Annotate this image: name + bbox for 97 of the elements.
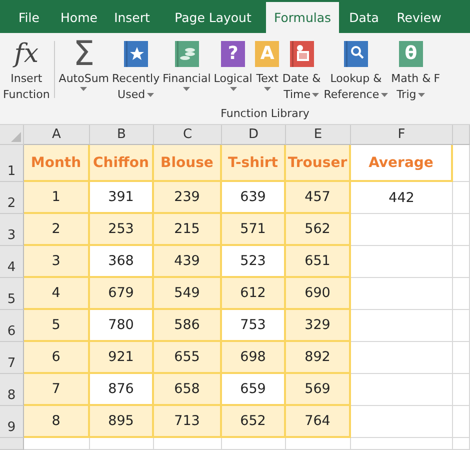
table-cell: 639: [222, 182, 286, 214]
ribbon-button[interactable]: F: [432, 33, 442, 106]
table-cell: 549: [154, 278, 222, 310]
table-cell: 439: [154, 246, 222, 278]
table-cell: 4: [24, 278, 90, 310]
book-icon: A: [255, 41, 280, 67]
ribbon-tab[interactable]: Insert: [104, 2, 160, 33]
table-cell: 329: [286, 310, 351, 342]
table-cell: T-shirt: [222, 145, 286, 182]
table-cell: 780: [90, 310, 154, 342]
ribbon-button[interactable]: Date & Time: [281, 33, 322, 106]
row-header[interactable]: 3: [0, 214, 24, 246]
ribbon-button[interactable]: Financial: [162, 33, 212, 106]
column-header[interactable]: F: [351, 125, 453, 145]
row-header[interactable]: 8: [0, 374, 24, 406]
caret-icon: [230, 87, 237, 91]
table-cell: 659: [222, 374, 286, 406]
table-cell: 391: [90, 182, 154, 214]
table-cell: 569: [286, 374, 351, 406]
table-cell: 655: [154, 342, 222, 374]
table-cell: 215: [154, 214, 222, 246]
column-header[interactable]: B: [90, 125, 154, 145]
row-header[interactable]: 7: [0, 342, 24, 374]
table-cell: 586: [154, 310, 222, 342]
table-cell: 7: [24, 374, 90, 406]
table-cell: 876: [90, 374, 154, 406]
caret-icon: [312, 93, 320, 97]
table-cell: Blouse: [154, 145, 222, 182]
ribbon-button[interactable]: Lookup & Reference: [322, 33, 390, 106]
book-icon: ?: [221, 41, 246, 67]
table-cell: 658: [154, 374, 222, 406]
table-cell: 457: [286, 182, 351, 214]
table-cell: Chiffon: [90, 145, 154, 182]
function-icon: fx: [14, 39, 39, 69]
row-header[interactable]: 1: [0, 145, 24, 182]
row-header[interactable]: 9: [0, 406, 24, 438]
caret-icon: [264, 87, 271, 91]
ribbon-button[interactable]: θ Math & Trig: [390, 33, 432, 106]
ribbon-tab[interactable]: Formulas: [266, 2, 339, 33]
table-cell: 652: [222, 406, 286, 438]
ribbon-tab[interactable]: Page Layout: [160, 2, 266, 33]
book-icon: θ: [398, 41, 423, 67]
select-all-corner[interactable]: [0, 125, 24, 145]
table-cell: 679: [90, 278, 154, 310]
caret-icon: [183, 87, 190, 91]
table-cell: 571: [222, 214, 286, 246]
table-cell: 892: [286, 342, 351, 374]
table-cell: 713: [154, 406, 222, 438]
caret-icon: [381, 93, 388, 97]
ribbon-button[interactable]: ? Logical: [212, 33, 254, 106]
table-cell: 921: [90, 342, 154, 374]
table-cell: 253: [90, 214, 154, 246]
ribbon-tab[interactable]: Home: [54, 2, 104, 33]
table-cell: 8: [24, 406, 90, 438]
table-cell: 1: [24, 182, 90, 214]
table-cell: 2: [24, 214, 90, 246]
table-cell: 6: [24, 342, 90, 374]
table-cell: 612: [222, 278, 286, 310]
row-header[interactable]: 6: [0, 310, 24, 342]
ribbon-tab[interactable]: File: [4, 2, 54, 33]
table-cell: 239: [154, 182, 222, 214]
row-header[interactable]: 5: [0, 278, 24, 310]
group-label: Function Library: [220, 106, 310, 122]
table-cell: 5: [24, 310, 90, 342]
table-cell: 753: [222, 310, 286, 342]
table-cell: 895: [90, 406, 154, 438]
sigma-icon: Σ: [73, 37, 95, 71]
row-header[interactable]: [0, 438, 24, 450]
triangle-icon: [11, 132, 21, 142]
table-cell: 523: [222, 246, 286, 278]
table-cell: 764: [286, 406, 351, 438]
column-header[interactable]: [453, 125, 470, 145]
table-cell: Month: [24, 145, 90, 182]
table-cell: 442: [351, 182, 453, 214]
table-cell: 3: [24, 246, 90, 278]
ribbon-tab[interactable]: Review: [389, 2, 449, 33]
ribbon-button[interactable]: Σ AutoSum: [58, 33, 110, 106]
table-cell: 368: [90, 246, 154, 278]
ribbon-button[interactable]: fx Insert Function: [2, 33, 51, 106]
ribbon-button[interactable]: Recently Used: [111, 33, 161, 106]
table-cell: 562: [286, 214, 351, 246]
caret-icon: [418, 93, 426, 97]
column-header[interactable]: E: [286, 125, 351, 145]
table-cell: Average: [351, 145, 453, 182]
table-cell: 651: [286, 246, 351, 278]
ribbon-button[interactable]: A Text: [254, 33, 280, 106]
caret-icon: [80, 87, 88, 91]
column-header[interactable]: C: [154, 125, 222, 145]
row-header[interactable]: 4: [0, 246, 24, 278]
table-cell: Trouser: [286, 145, 351, 182]
caret-icon: [147, 93, 154, 97]
ribbon-tab[interactable]: Data: [339, 2, 389, 33]
row-header[interactable]: 2: [0, 182, 24, 214]
table-cell: 690: [286, 278, 351, 310]
column-header[interactable]: D: [222, 125, 286, 145]
table-cell: 698: [222, 342, 286, 374]
column-header[interactable]: A: [24, 125, 90, 145]
